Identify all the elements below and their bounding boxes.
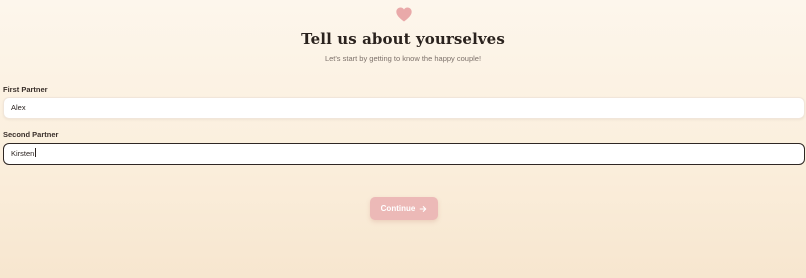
first-partner-input[interactable]: Alex: [3, 97, 805, 119]
arrow-right-icon: [419, 205, 427, 212]
continue-button[interactable]: Continue: [370, 197, 438, 220]
first-partner-value: Alex: [11, 103, 26, 112]
heart-icon: [396, 7, 412, 22]
second-partner-label: Second Partner: [3, 130, 59, 139]
page-title: Tell us about yourselves: [301, 30, 505, 48]
second-partner-input[interactable]: Kirsten: [3, 143, 805, 165]
first-partner-label: First Partner: [3, 85, 48, 94]
second-partner-value: Kirsten: [11, 149, 35, 158]
continue-button-label: Continue: [380, 204, 416, 213]
page-subtitle: Let's start by getting to know the happy…: [324, 54, 482, 63]
text-caret: [34, 148, 36, 157]
